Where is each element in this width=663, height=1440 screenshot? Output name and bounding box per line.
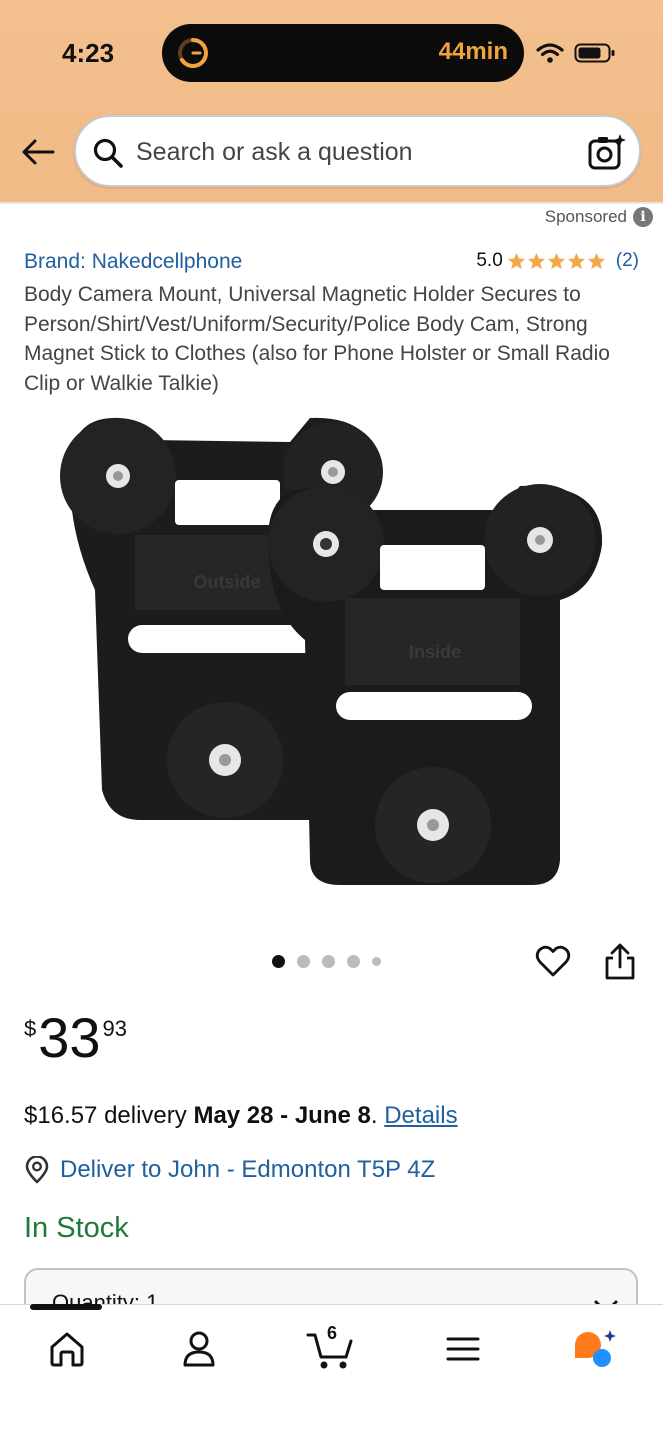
search-input[interactable]: [136, 135, 566, 169]
price-fraction: 93: [102, 1016, 128, 1041]
status-icons: [536, 38, 616, 68]
delivery-suffix: .: [370, 1102, 385, 1129]
account-icon: [183, 1331, 215, 1367]
rufus-ai-icon: [575, 1330, 616, 1367]
search-bar[interactable]: [74, 115, 641, 187]
price: $ 33 93: [24, 1010, 127, 1066]
share-icon[interactable]: [603, 943, 637, 981]
delivery-info: $16.57 delivery May 28 - June 8. Details: [24, 1102, 458, 1130]
timer-icon: [178, 38, 208, 68]
rating[interactable]: 5.0 (2): [476, 250, 639, 272]
product-image[interactable]: Outside Inside: [40, 410, 630, 900]
brand-link[interactable]: Brand: Nakedcellphone: [24, 250, 242, 274]
deliver-to-text[interactable]: Deliver to John - Edmonton T5P 4Z: [60, 1156, 435, 1184]
camera-search-icon[interactable]: [587, 132, 627, 172]
bottom-nav: 6: [0, 1304, 663, 1440]
outside-label: Outside: [193, 572, 260, 592]
live-activity-text: 44min: [438, 38, 508, 65]
rating-value: 5.0: [476, 250, 503, 271]
wifi-icon: [536, 43, 564, 63]
delivery-dates: May 28 - June 8: [193, 1102, 371, 1129]
pagination-dot[interactable]: [297, 955, 310, 968]
sponsored-label[interactable]: Sponsored i: [545, 207, 653, 227]
sponsored-text: Sponsored: [544, 207, 627, 226]
battery-icon: [574, 43, 615, 63]
status-time: 4:23: [62, 38, 115, 68]
home-icon: [50, 1332, 84, 1367]
pagination-dot[interactable]: [347, 955, 360, 968]
price-symbol: $: [24, 1016, 37, 1041]
rating-stars: [507, 252, 606, 271]
star-icon: [567, 252, 585, 269]
star-icon: [507, 252, 525, 269]
inside-label: Inside: [409, 642, 461, 662]
star-icon: [587, 252, 605, 269]
heart-icon[interactable]: [535, 943, 571, 979]
nav-active-indicator: [30, 1304, 102, 1310]
nav-rufus[interactable]: [567, 1323, 623, 1375]
nav-cart[interactable]: 6: [303, 1323, 359, 1375]
image-pagination[interactable]: [272, 955, 381, 968]
star-icon: [527, 252, 545, 269]
location-pin-icon: [25, 1156, 49, 1184]
stock-status: In Stock: [24, 1212, 129, 1244]
cart-count: 6: [327, 1323, 338, 1343]
nav-account[interactable]: [171, 1323, 227, 1375]
nav-menu[interactable]: [435, 1323, 491, 1375]
delivery-cost: $16.57 delivery: [24, 1102, 194, 1129]
search-icon: [93, 138, 123, 168]
product-title: Body Camera Mount, Universal Magnetic Ho…: [24, 283, 610, 395]
menu-icon: [446, 1337, 480, 1361]
delivery-details-link[interactable]: Details: [384, 1102, 457, 1129]
back-button[interactable]: [18, 134, 58, 170]
header: 4:23 44min: [0, 0, 663, 202]
pagination-dot[interactable]: [322, 955, 335, 968]
star-icon: [547, 252, 565, 269]
rating-count[interactable]: (2): [616, 250, 639, 272]
back-arrow-icon: [22, 139, 55, 165]
nav-home[interactable]: [39, 1323, 95, 1375]
price-whole: 33: [38, 1006, 101, 1069]
pagination-dot-active[interactable]: [272, 955, 285, 968]
header-divider: [0, 202, 663, 204]
deliver-to[interactable]: Deliver to John - Edmonton T5P 4Z: [24, 1156, 435, 1184]
pagination-dot[interactable]: [372, 957, 381, 966]
holder-inside: Inside: [268, 484, 603, 885]
info-icon[interactable]: i: [633, 207, 653, 227]
dynamic-island[interactable]: 44min: [162, 24, 524, 82]
